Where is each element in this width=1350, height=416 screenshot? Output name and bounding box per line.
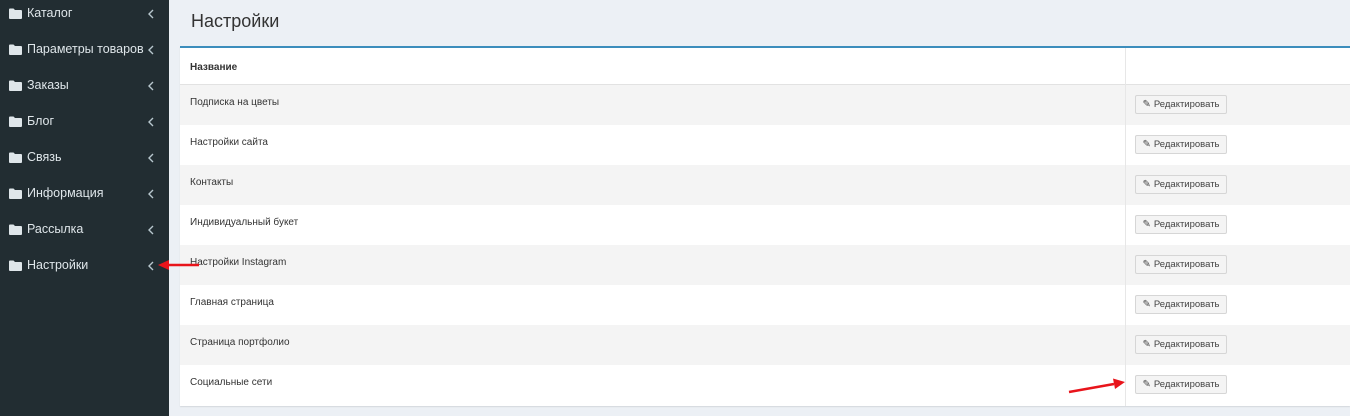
sidebar-item-label: Настройки: [27, 258, 89, 272]
edit-button-label: Редактировать: [1153, 339, 1220, 350]
sidebar-item-contact[interactable]: Связь: [0, 140, 169, 176]
folder-icon: [9, 152, 22, 163]
row-name: Индивидуальный букет: [190, 217, 299, 228]
chevron-left-icon: [148, 45, 154, 55]
chevron-left-icon: [148, 81, 154, 91]
pencil-icon: ✎: [1142, 179, 1151, 190]
edit-button-label: Редактировать: [1153, 179, 1220, 190]
pencil-icon: ✎: [1142, 299, 1151, 310]
pencil-icon: ✎: [1142, 379, 1151, 390]
table-row: Настройки Instagram ✎ Редактировать: [180, 245, 1350, 285]
edit-button[interactable]: ✎ Редактировать: [1135, 175, 1227, 194]
folder-icon: [9, 116, 22, 127]
table-row: Настройки сайта ✎ Редактировать: [180, 125, 1350, 165]
pencil-icon: ✎: [1142, 139, 1151, 150]
sidebar-item-label: Параметры товаров: [27, 42, 144, 56]
table-header: Название: [180, 48, 1350, 85]
main-content: Настройки Название Подписка на цветы ✎ Ре…: [169, 0, 1350, 416]
row-name: Подписка на цветы: [190, 97, 280, 108]
sidebar-item-catalog[interactable]: Каталог: [0, 0, 169, 32]
sidebar: Каталог Параметры товаров Заказы Блог Св…: [0, 0, 169, 416]
edit-button[interactable]: ✎ Редактировать: [1135, 255, 1227, 274]
sidebar-item-label: Заказы: [27, 78, 69, 92]
chevron-left-icon: [148, 117, 154, 127]
table-row: Страница портфолио ✎ Редактировать: [180, 325, 1350, 365]
table-row: Индивидуальный букет ✎ Редактировать: [180, 205, 1350, 245]
sidebar-item-label: Рассылка: [27, 222, 84, 236]
edit-button-label: Редактировать: [1153, 99, 1220, 110]
sidebar-item-label: Каталог: [27, 6, 73, 20]
edit-button-label: Редактировать: [1153, 259, 1220, 270]
column-divider: [1125, 48, 1126, 406]
row-name: Настройки сайта: [190, 137, 268, 148]
folder-icon: [9, 260, 22, 271]
settings-table: Название Подписка на цветы ✎ Редактироват…: [180, 46, 1350, 406]
edit-button[interactable]: ✎ Редактировать: [1135, 215, 1227, 234]
edit-button[interactable]: ✎ Редактировать: [1135, 295, 1227, 314]
pencil-icon: ✎: [1142, 219, 1151, 230]
folder-icon: [9, 224, 22, 235]
annotation-arrow-icon: [158, 260, 199, 270]
chevron-left-icon: [148, 261, 154, 271]
sidebar-item-blog[interactable]: Блог: [0, 104, 169, 140]
chevron-left-icon: [148, 9, 154, 19]
column-header-name: Название: [190, 62, 238, 73]
chevron-left-icon: [148, 189, 154, 199]
folder-icon: [9, 80, 22, 91]
row-name: Настройки Instagram: [190, 257, 287, 268]
table-row: Главная страница ✎ Редактировать: [180, 285, 1350, 325]
folder-icon: [9, 188, 22, 199]
row-name: Контакты: [190, 177, 234, 188]
sidebar-item-orders[interactable]: Заказы: [0, 68, 169, 104]
edit-button[interactable]: ✎ Редактировать: [1135, 335, 1227, 354]
edit-button-label: Редактировать: [1153, 299, 1220, 310]
edit-button-label: Редактировать: [1153, 379, 1220, 390]
sidebar-item-settings[interactable]: Настройки: [0, 248, 169, 284]
pencil-icon: ✎: [1142, 259, 1151, 270]
edit-button-label: Редактировать: [1153, 139, 1220, 150]
chevron-left-icon: [148, 153, 154, 163]
row-name: Страница портфолио: [190, 337, 290, 348]
edit-button[interactable]: ✎ Редактировать: [1135, 95, 1227, 114]
sidebar-item-information[interactable]: Информация: [0, 176, 169, 212]
table-row: Подписка на цветы ✎ Редактировать: [180, 85, 1350, 125]
page-title: Настройки: [191, 11, 280, 31]
pencil-icon: ✎: [1142, 339, 1151, 350]
sidebar-item-label: Связь: [27, 150, 62, 164]
folder-icon: [9, 8, 22, 19]
table-row: Социальные сети ✎ Редактировать: [180, 365, 1350, 405]
sidebar-item-label: Информация: [27, 186, 104, 200]
row-name: Социальные сети: [190, 377, 273, 388]
edit-button[interactable]: ✎ Редактировать: [1135, 135, 1227, 154]
sidebar-item-label: Блог: [27, 114, 55, 128]
sidebar-item-product-params[interactable]: Параметры товаров: [0, 32, 169, 68]
folder-icon: [9, 44, 22, 55]
edit-button-label: Редактировать: [1153, 219, 1220, 230]
chevron-left-icon: [148, 225, 154, 235]
annotation-arrow-icon: [1068, 378, 1125, 394]
edit-button[interactable]: ✎ Редактировать: [1135, 375, 1227, 394]
sidebar-item-newsletter[interactable]: Рассылка: [0, 212, 169, 248]
row-name: Главная страница: [190, 297, 274, 308]
table-row: Контакты ✎ Редактировать: [180, 165, 1350, 205]
pencil-icon: ✎: [1142, 99, 1151, 110]
